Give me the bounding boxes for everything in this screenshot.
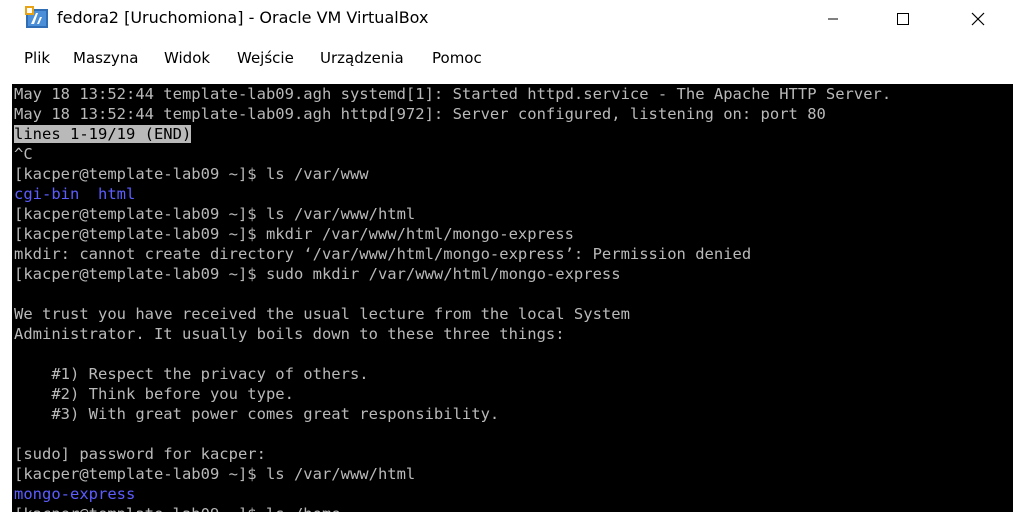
terminal-line-directory: cgi-bin html: [14, 184, 135, 204]
terminal-line: [kacper@template-lab09 ~]$ ls /var/www: [14, 165, 369, 183]
menu-bar: Plik Maszyna Widok Wejście Urządzenia Po…: [0, 38, 1025, 78]
minimize-button[interactable]: [810, 0, 856, 38]
menu-widok[interactable]: Widok: [164, 49, 210, 67]
terminal-line: ^C: [14, 145, 33, 163]
terminal-line: [sudo] password for kacper:: [14, 445, 266, 463]
maximize-button[interactable]: [880, 0, 926, 38]
menu-plik[interactable]: Plik: [24, 49, 50, 67]
terminal-line: May 18 13:52:44 template-lab09.agh httpd…: [14, 105, 826, 123]
menu-maszyna[interactable]: Maszyna: [73, 49, 138, 67]
terminal-line-status: lines 1-19/19 (END): [14, 124, 192, 144]
terminal-line: Administrator. It usually boils down to …: [14, 325, 565, 343]
window-title: fedora2 [Uruchomiona] - Oracle VM Virtua…: [57, 8, 429, 27]
vm-console-screen[interactable]: May 18 13:52:44 template-lab09.agh syste…: [12, 84, 1013, 512]
terminal-line: [kacper@template-lab09 ~]$ sudo mkdir /v…: [14, 265, 621, 283]
terminal-line: [kacper@template-lab09 ~]$ ls /home: [14, 504, 341, 512]
terminal-line: #1) Respect the privacy of others.: [14, 365, 369, 383]
close-button[interactable]: [955, 0, 1001, 38]
directory-listing: cgi-bin html: [14, 185, 136, 203]
menu-pomoc[interactable]: Pomoc: [432, 49, 482, 67]
menu-wejscie[interactable]: Wejście: [237, 49, 294, 67]
virtualbox-icon: [25, 6, 49, 30]
terminal-line: #3) With great power comes great respons…: [14, 405, 500, 423]
maximize-icon: [897, 13, 909, 25]
window-edge: [1013, 84, 1025, 512]
terminal-line-directory: mongo-express: [14, 484, 135, 504]
terminal-line: [kacper@template-lab09 ~]$ ls /var/www/h…: [14, 465, 416, 483]
terminal-line: mkdir: cannot create directory ‘/var/www…: [14, 245, 752, 263]
title-bar[interactable]: fedora2 [Uruchomiona] - Oracle VM Virtua…: [0, 0, 1025, 38]
minimize-icon: [828, 18, 838, 20]
close-icon: [971, 12, 985, 26]
menu-urzadzenia[interactable]: Urządzenia: [320, 49, 404, 67]
terminal-line: [kacper@template-lab09 ~]$ mkdir /var/ww…: [14, 225, 574, 243]
directory-listing: mongo-express: [14, 485, 136, 503]
terminal-line: May 18 13:52:44 template-lab09.agh syste…: [14, 85, 892, 103]
terminal-line: We trust you have received the usual lec…: [14, 305, 630, 323]
terminal-line: [kacper@template-lab09 ~]$ ls /var/www/h…: [14, 205, 416, 223]
pager-status: lines 1-19/19 (END): [14, 125, 192, 143]
terminal-line: #2) Think before you type.: [14, 385, 294, 403]
